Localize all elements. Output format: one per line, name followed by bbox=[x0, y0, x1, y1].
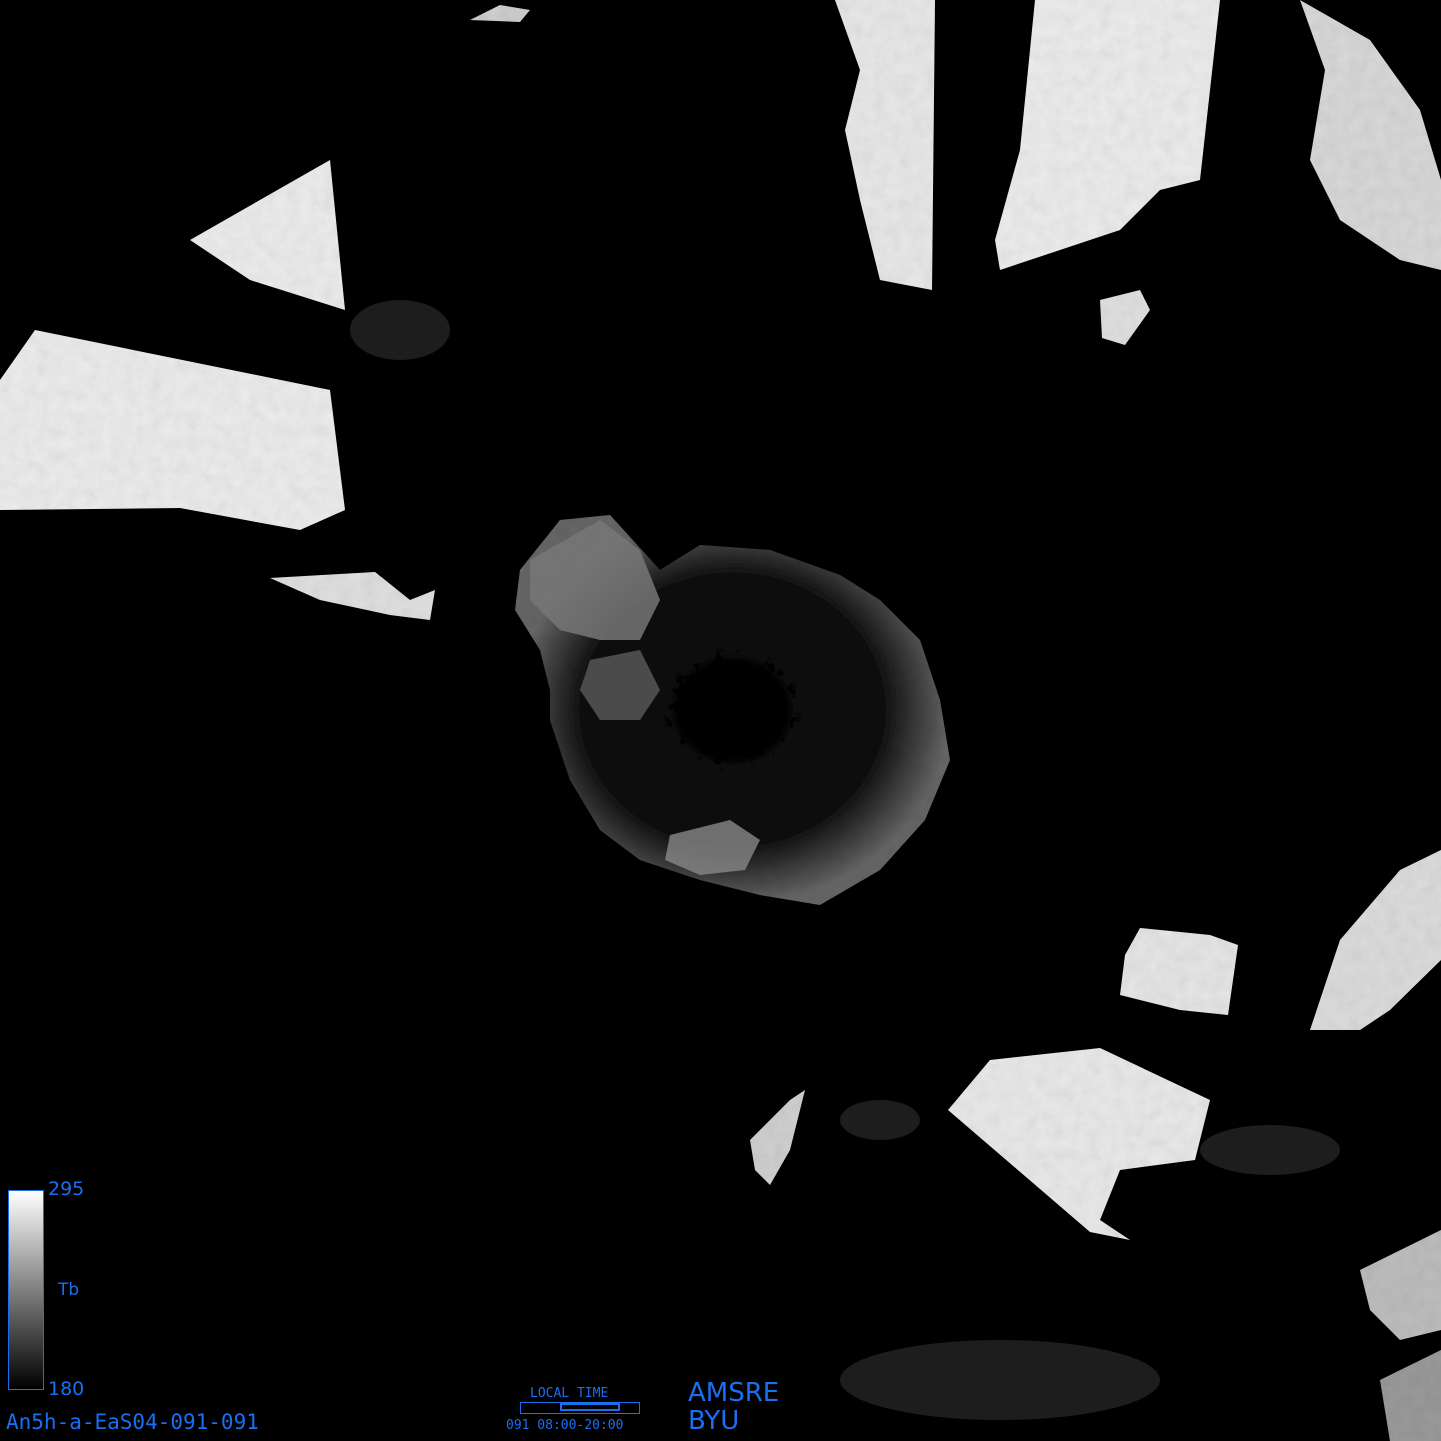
brightness-temperature-map bbox=[0, 0, 1441, 1441]
organization-label: BYU bbox=[688, 1406, 740, 1436]
local-time-range-fill bbox=[559, 1403, 620, 1411]
sensor-label: AMSRE bbox=[688, 1378, 780, 1408]
image-id-label: An5h-a-EaS04-091-091 bbox=[6, 1410, 259, 1434]
colorbar-max-label: 295 bbox=[48, 1178, 85, 1200]
colorbar-min-label: 180 bbox=[48, 1378, 85, 1400]
colorbar-unit-label: Tb bbox=[58, 1280, 80, 1300]
local-time-title: LOCAL TIME bbox=[530, 1386, 609, 1401]
colorbar-gradient bbox=[8, 1190, 44, 1390]
local-time-range-label: 091 08:00-20:00 bbox=[506, 1418, 624, 1433]
